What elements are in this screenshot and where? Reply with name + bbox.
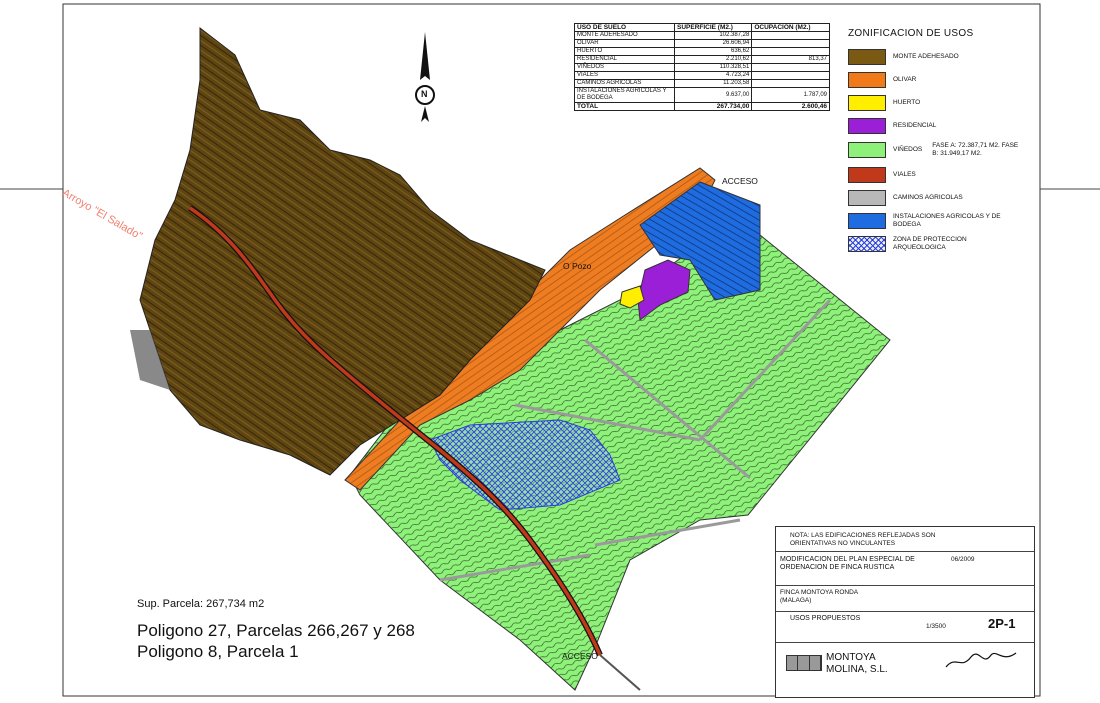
north-label: N bbox=[421, 89, 428, 99]
legend-swatch bbox=[848, 117, 886, 134]
header-uso: USO DE SUELO bbox=[574, 23, 675, 32]
legend-viales: VIALES bbox=[848, 163, 1048, 186]
parcel-area: Sup. Parcela: 267,734 m2 bbox=[137, 598, 265, 610]
legend-swatch bbox=[848, 166, 886, 183]
map-sheet: N Arroyo "El Salado" O Pozo ACCESO ACCES… bbox=[0, 0, 1100, 703]
project-location: FINCA MONTOYA RONDA (MALAGA) bbox=[780, 589, 858, 604]
title-note: NOTA: LAS EDIFICACIONES REFLEJADAS SON O… bbox=[790, 532, 936, 547]
parcel-line-1: Poligono 27, Parcelas 266,267 y 268 bbox=[137, 621, 415, 640]
legend-olivar: OLIVAR bbox=[848, 68, 1048, 91]
legend-swatch bbox=[848, 71, 886, 88]
signature bbox=[945, 652, 1017, 668]
company-name-2: MOLINA, S.L. bbox=[826, 664, 888, 675]
legend-swatch bbox=[848, 94, 886, 111]
table-row: HUERTO 636,62 bbox=[574, 47, 830, 56]
vinedos-phases: FASE A: 72.387,71 M2. FASE B: 31.949,17 … bbox=[932, 142, 1019, 157]
legend-swatch bbox=[848, 235, 886, 252]
project-date: 06/2009 bbox=[951, 556, 975, 563]
table-row: VIÑEDOS 110.328,51 bbox=[574, 63, 830, 72]
legend-residencial: RESIDENCIAL bbox=[848, 114, 1048, 137]
company-name-1: MONTOYA bbox=[826, 652, 876, 663]
legend-proteccion: ZONA DE PROTECCION ARQUEOLOGICA bbox=[848, 232, 1048, 255]
table-total-row: TOTAL 267.734,00 2.600,46 bbox=[574, 102, 830, 111]
pozo-label: O Pozo bbox=[563, 261, 592, 271]
legend-instalaciones: INSTALACIONES AGRICOLAS Y DE BODEGA bbox=[848, 209, 1048, 232]
table-row: RESIDENCIAL 2.210,62 813,37 bbox=[574, 55, 830, 64]
legend-huerto: HUERTO bbox=[848, 91, 1048, 114]
plan-scale: 1/3500 bbox=[926, 623, 946, 630]
plan-name: USOS PROPUESTOS bbox=[790, 615, 861, 622]
sheet-code: 2P-1 bbox=[988, 616, 1016, 631]
header-ocupacion: OCUPACION (M2.) bbox=[751, 23, 830, 32]
zoning-legend: ZONIFICACION DE USOS MONTE ADEHESADO OLI… bbox=[848, 28, 1048, 255]
company-logo bbox=[786, 655, 822, 671]
access-top-label: ACCESO bbox=[722, 176, 758, 186]
legend-vinedos: VIÑEDOS FASE A: 72.387,71 M2. FASE B: 31… bbox=[848, 137, 1048, 163]
legend-swatch bbox=[848, 189, 886, 206]
legend-swatch bbox=[848, 142, 886, 158]
table-row: INSTALACIONES AGRICOLAS Y DE BODEGA 9.637… bbox=[574, 87, 830, 103]
legend-swatch bbox=[848, 212, 886, 229]
table-row: CAMINOS AGRICOLAS 11.203,58 bbox=[574, 79, 830, 88]
legend-monte-adehesado: MONTE ADEHESADO bbox=[848, 45, 1048, 68]
table-row: VIALES 4.723,24 bbox=[574, 71, 830, 80]
parcel-line-2: Poligono 8, Parcela 1 bbox=[137, 642, 299, 661]
legend-caminos: CAMINOS AGRICOLAS bbox=[848, 186, 1048, 209]
title-block: NOTA: LAS EDIFICACIONES REFLEJADAS SON O… bbox=[775, 526, 1035, 698]
project-title: MODIFICACION DEL PLAN ESPECIAL DE ORDENA… bbox=[780, 556, 915, 571]
usage-table: USO DE SUELO SUPERFICIE (M2.) OCUPACION … bbox=[574, 23, 830, 111]
table-row: MONTE ADEHESADO 102.387,28 bbox=[574, 31, 830, 40]
legend-title: ZONIFICACION DE USOS bbox=[848, 28, 974, 39]
north-arrow-icon bbox=[415, 32, 435, 122]
legend-swatch bbox=[848, 48, 886, 65]
header-superficie: SUPERFICIE (M2.) bbox=[673, 23, 753, 32]
table-row: OLIVAR 26.606,94 bbox=[574, 39, 830, 48]
access-bottom-label: ACCESO bbox=[562, 651, 598, 661]
